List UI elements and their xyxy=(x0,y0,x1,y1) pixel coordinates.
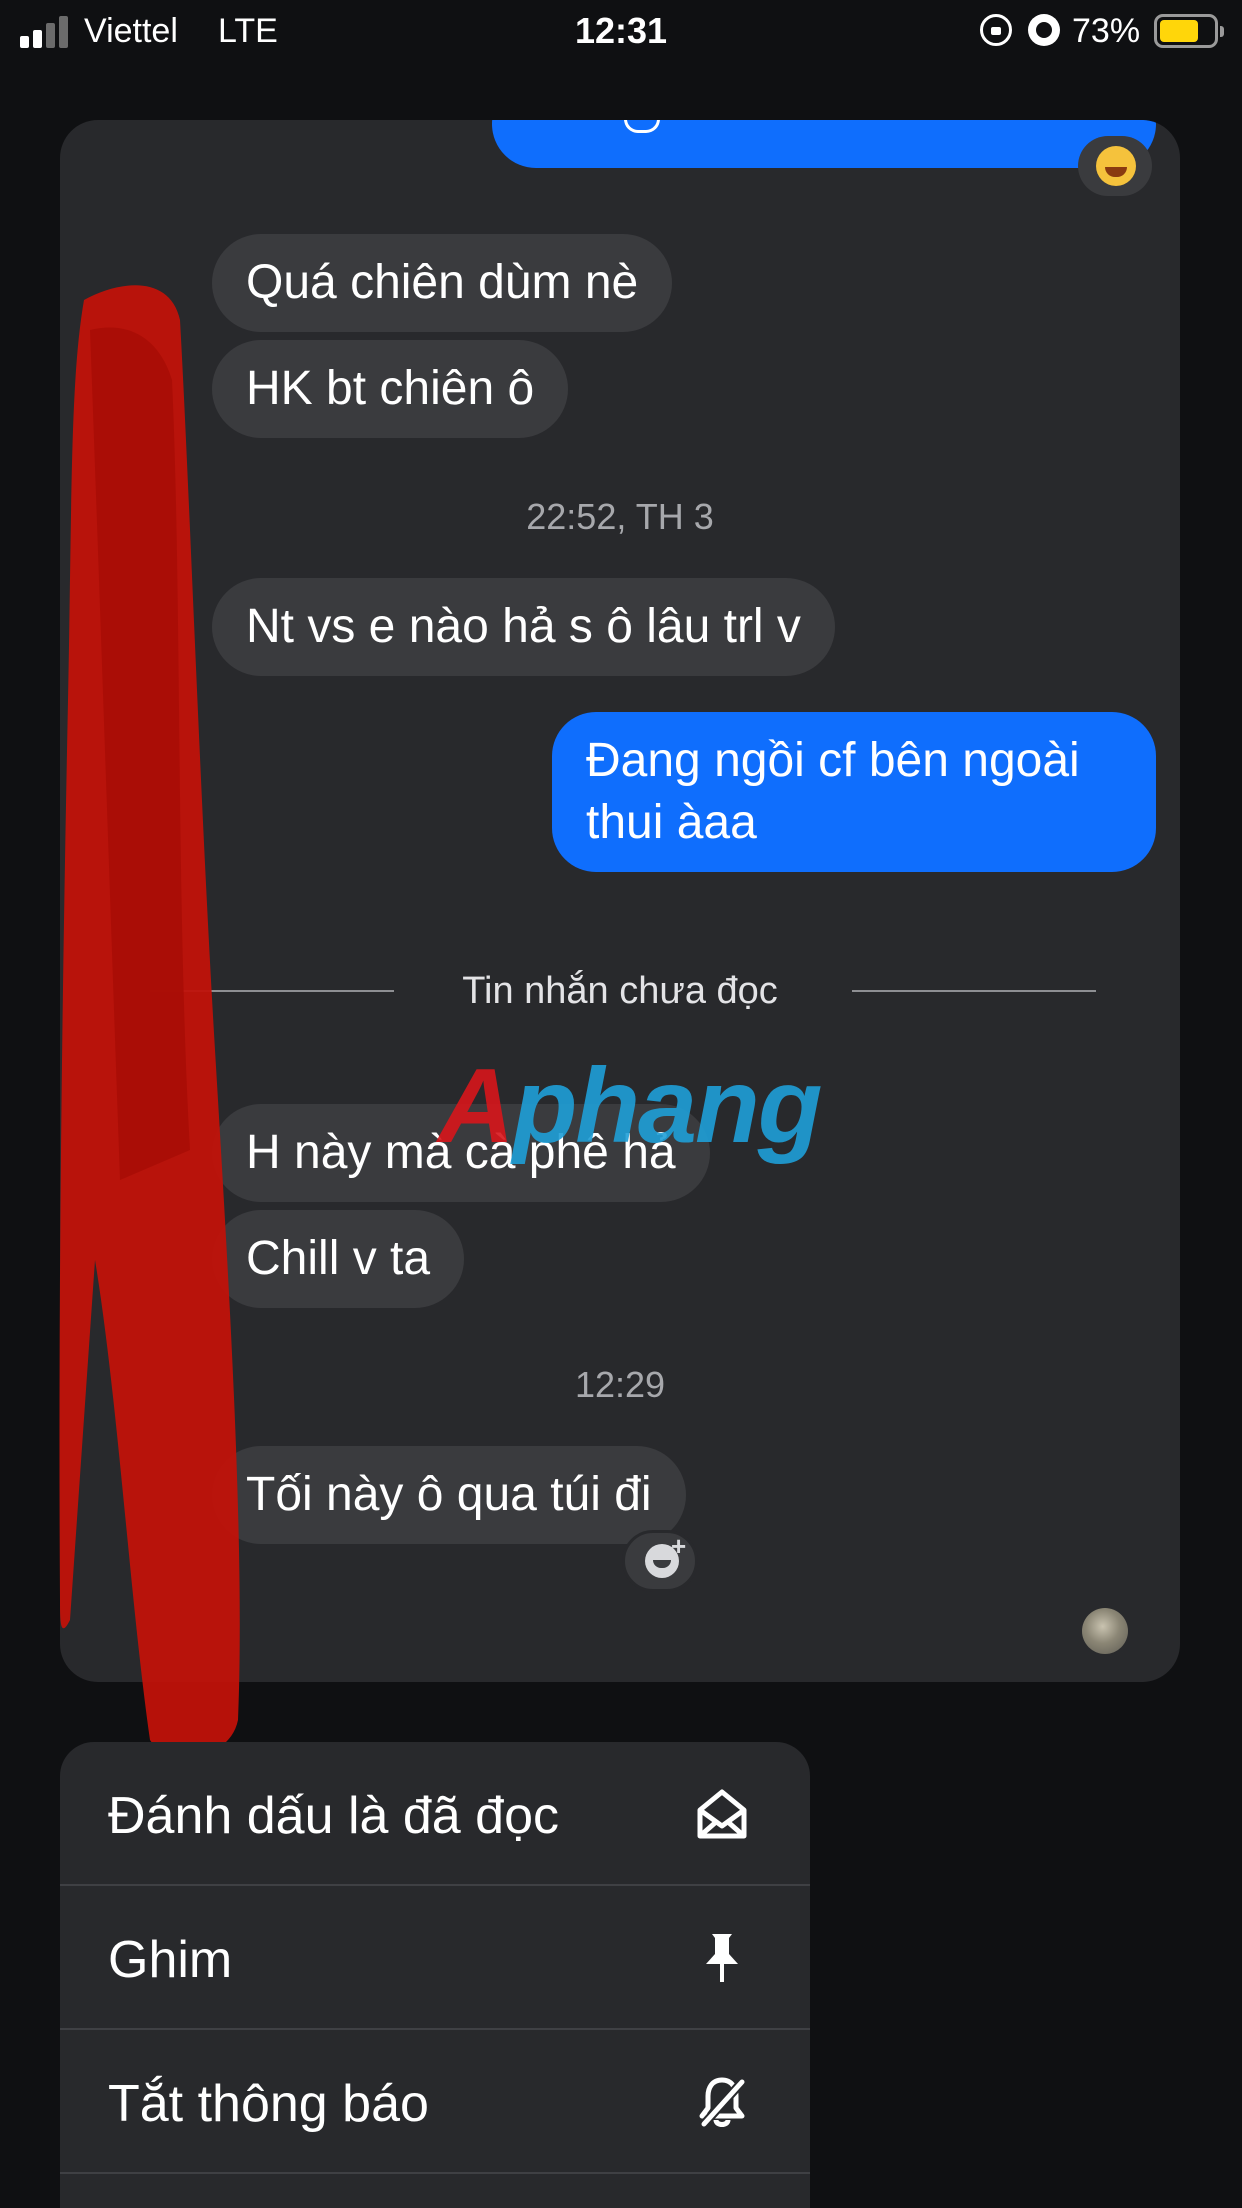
divider-line-right xyxy=(852,990,1096,992)
mark-as-read-envelope-icon xyxy=(697,1789,747,1839)
read-receipt-avatar xyxy=(1082,1608,1128,1654)
menu-item-pin[interactable]: Ghim xyxy=(60,1886,810,2030)
bell-slash-icon xyxy=(699,2077,746,2128)
battery-level-fill xyxy=(1160,20,1198,42)
incoming-message-bubble[interactable]: Quá chiên dùm nè xyxy=(212,234,673,332)
incoming-message-bubble[interactable]: HK bt chiên ô xyxy=(212,340,569,438)
pin-icon xyxy=(706,1934,738,1982)
message-timestamp: 22:52, TH 3 xyxy=(526,496,714,537)
conversation-preview[interactable]: Quá chiên dùm nè HK bt chiên ô 22:52, TH… xyxy=(60,120,1180,1682)
incoming-message-bubble[interactable]: Chill v ta xyxy=(212,1210,465,1308)
rotation-lock-icon xyxy=(980,14,1012,46)
incoming-message-bubble[interactable]: Nt vs e nào hả s ô lâu trl v xyxy=(212,578,835,676)
alarm-icon xyxy=(1028,14,1060,46)
outgoing-message-bubble-partial[interactable] xyxy=(492,120,1156,168)
battery-percent: 73% xyxy=(1072,12,1141,50)
menu-item-partial[interactable] xyxy=(60,2174,810,2208)
message-timestamp: 12:29 xyxy=(574,1364,666,1405)
menu-item-mute-notifications[interactable]: Tắt thông báo xyxy=(60,2030,810,2174)
conversation-context-menu: Đánh dấu là đã đọc Ghim Tắt thông báo xyxy=(60,1742,810,2208)
add-reaction-icon[interactable]: + xyxy=(622,1530,698,1592)
status-bar: Viettel LTE 12:31 73% xyxy=(0,0,1242,64)
menu-item-mark-as-read[interactable]: Đánh dấu là đã đọc xyxy=(60,1742,810,1886)
unread-messages-divider: Tin nhắn chưa đọc xyxy=(60,960,1180,1020)
outgoing-message-bubble[interactable]: Đang ngồi cf bên ngoài thui àaa xyxy=(552,712,1156,872)
laughing-face-reaction-icon[interactable] xyxy=(1078,136,1152,196)
menu-item-label: Tắt thông báo xyxy=(108,2075,429,2133)
menu-item-label: Đánh dấu là đã đọc xyxy=(108,1787,560,1845)
watermark-logo: Aphang xyxy=(438,1047,823,1165)
incoming-message-bubble[interactable]: Tối này ô qua túi đi xyxy=(212,1446,686,1544)
battery-icon xyxy=(1154,14,1224,48)
menu-item-label: Ghim xyxy=(108,1931,233,1989)
